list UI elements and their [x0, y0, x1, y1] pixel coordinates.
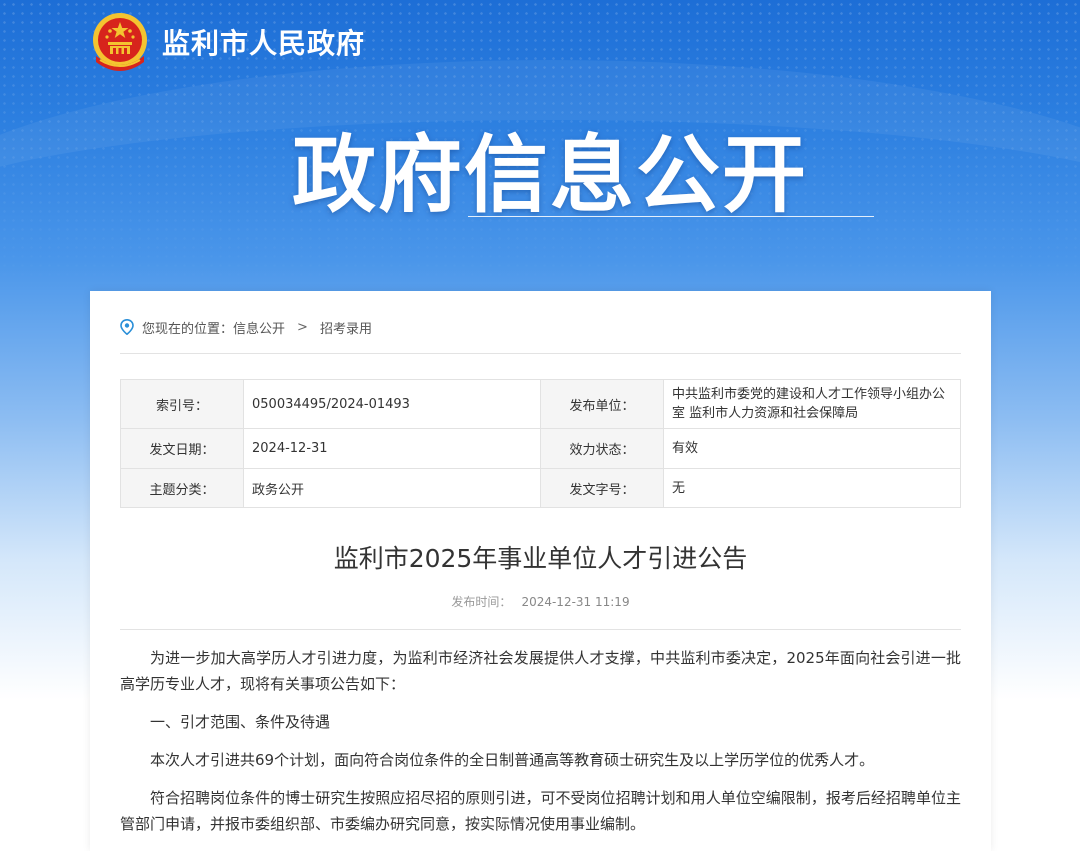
breadcrumb-link-info-public[interactable]: 信息公开: [233, 318, 285, 337]
location-pin-icon: [120, 319, 134, 335]
article-paragraph: 本次人才引进共69个计划，面向符合岗位条件的全日制普通高等教育硕士研究生及以上学…: [150, 751, 875, 769]
meta-label-category: 主题分类：: [120, 468, 244, 508]
meta-label-index: 索引号：: [120, 379, 244, 429]
publish-label: 发布时间：: [451, 595, 512, 609]
meta-label-issue-date: 发文日期：: [120, 428, 244, 469]
national-emblem-icon[interactable]: [88, 10, 152, 74]
article-divider: [120, 629, 961, 630]
breadcrumb-prefix: 您现在的位置：: [142, 321, 234, 337]
table-row: 索引号： 050034495/2024-01493 发布单位： 中共监利市委党的…: [120, 379, 961, 429]
article-section-heading: 一、引才范围、条件及待遇: [150, 713, 331, 731]
meta-label-doc-number: 发文字号：: [540, 468, 664, 508]
table-row: 主题分类： 政务公开 发文字号： 无: [120, 468, 961, 508]
article-paragraph: 符合招聘岗位条件的博士研究生按照应招尽招的原则引进，可不受岗位招聘计划和用人单位…: [120, 789, 961, 833]
publish-time: 2024-12-31 11:19: [521, 595, 630, 609]
article-title: 监利市2025年事业单位人才引进公告: [333, 544, 748, 573]
article-body: 为进一步加大高学历人才引进力度，为监利市经济社会发展提供人才支撑，中共监利市委决…: [120, 645, 961, 849]
meta-value-issue-date: 2024-12-31: [243, 428, 541, 469]
hero-underline: [468, 216, 874, 217]
publish-info: 发布时间： 2024-12-31 11:19: [90, 593, 991, 610]
table-row: 发文日期： 2024-12-31 效力状态： 有效: [120, 428, 961, 469]
breadcrumb-divider: [120, 353, 961, 354]
document-meta-table: 索引号： 050034495/2024-01493 发布单位： 中共监利市委党的…: [120, 379, 961, 508]
article-paragraph: 为进一步加大高学历人才引进力度，为监利市经济社会发展提供人才支撑，中共监利市委决…: [120, 649, 961, 693]
meta-value-publisher: 中共监利市委党的建设和人才工作领导小组办公室 监利市人力资源和社会保障局: [663, 379, 961, 429]
breadcrumb-link-recruitment[interactable]: 招考录用: [320, 318, 372, 337]
meta-label-publisher: 发布单位：: [540, 379, 664, 429]
meta-value-validity: 有效: [663, 428, 961, 469]
meta-value-index: 050034495/2024-01493: [243, 379, 541, 429]
meta-label-validity: 效力状态：: [540, 428, 664, 469]
content-card: 您现在的位置： 信息公开 > 招考录用 索引号： 050034495/2024-…: [90, 291, 991, 851]
breadcrumb: 您现在的位置： 信息公开 > 招考录用: [120, 317, 372, 337]
meta-value-doc-number: 无: [663, 468, 961, 508]
breadcrumb-separator: >: [297, 319, 308, 335]
site-name[interactable]: 监利市人民政府: [162, 22, 365, 62]
meta-value-category: 政务公开: [243, 468, 541, 508]
hero-title: 政府信息公开: [292, 126, 809, 224]
